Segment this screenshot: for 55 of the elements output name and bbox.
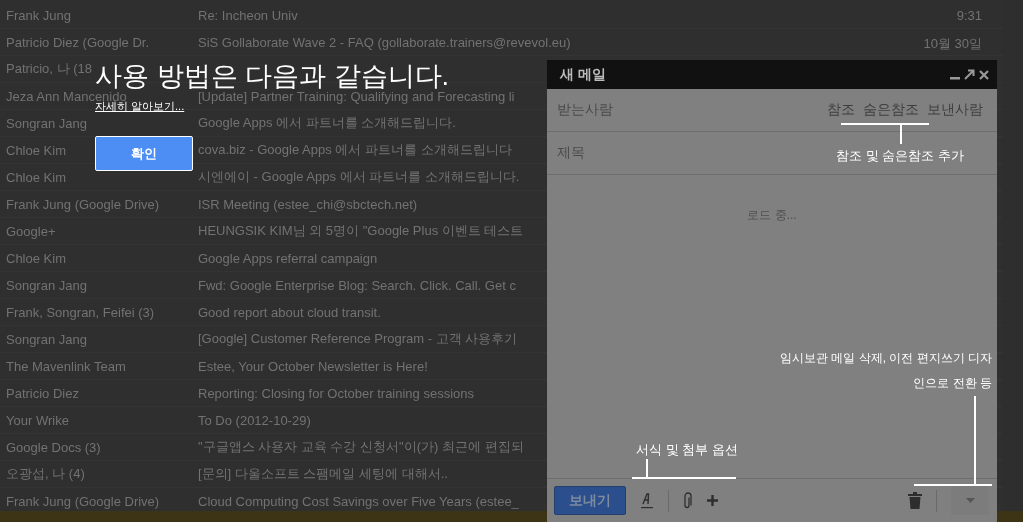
email-subject: Good report about cloud transit. [198, 304, 382, 320]
callout-text: 임시보관 메일 삭제, 이전 편지쓰기 디자인으로 전환 등 [780, 350, 992, 392]
email-sender: Songran Jang [6, 331, 87, 347]
plus-icon[interactable] [707, 495, 718, 506]
formatting-icon[interactable] [640, 492, 654, 509]
pop-out-icon[interactable] [964, 69, 975, 80]
recipient-link[interactable]: 숨은참조 [863, 101, 919, 119]
email-sender: Frank Jung (Google Drive) [6, 196, 160, 212]
email-sender: Chloe Kim [6, 142, 66, 158]
recipient-link[interactable]: 참조 [827, 101, 855, 119]
email-sender: The Mavenlink Team [6, 358, 126, 374]
email-sender: Patricio Diez [6, 385, 79, 401]
email-subject: cova.biz - Google Apps 에서 파트너를 소개해드립니다 [198, 141, 513, 159]
callout-text: 서식 및 첨부 옵션 [636, 441, 738, 459]
email-subject: HEUNGSIK KIM님 외 5명이 "Google Plus 이벤트 테스트 [198, 222, 525, 240]
learn-more-link[interactable]: 자세히 알아보기... [95, 99, 185, 114]
email-subject: 시엔에이 - Google Apps 에서 파트너를 소개해드립니다. [198, 168, 521, 186]
email-sender: Google+ [6, 223, 56, 239]
email-subject: Reporting: Closing for October training sessions [198, 385, 476, 401]
email-subject: To Do (2012-10-29) [198, 412, 312, 428]
email-subject: Cloud Computing Cost Savings over Five Years (estee_ [198, 493, 520, 509]
email-sender: Google Docs (3) [6, 439, 101, 455]
email-subject: Google Apps 에서 파트너를 소개해드립니다. [198, 114, 457, 132]
email-date: 9:31 [956, 8, 982, 23]
email-sender: Patricio Diez (Google Dr. [6, 34, 150, 50]
email-subject: ISR Meeting (estee_chi@sbctech.net) [198, 196, 419, 212]
email-subject: [문의] 다울소프트 스팸메일 세팅에 대해서.. [198, 465, 449, 483]
email-sender: 오광섭, 나 (4) [6, 466, 85, 481]
compose-title: 새 메일 [560, 65, 606, 84]
email-subject: Google Apps referral campaign [198, 250, 379, 266]
email-sender: Chloe Kim [6, 250, 66, 266]
trash-icon[interactable] [908, 492, 922, 509]
email-sender: Frank Jung (Google Drive) [6, 493, 160, 509]
caret-icon [965, 498, 975, 503]
email-sender: Songran Jang [6, 277, 87, 293]
send-button[interactable]: 보내기 [554, 486, 626, 515]
close-icon[interactable] [979, 69, 989, 80]
tutorial-title: 사용 방법은 다음과 같습니다. [95, 60, 449, 92]
email-sender: Your Wrike [6, 412, 69, 428]
email-subject: Re: Incheon Univ [198, 7, 298, 23]
email-sender: Frank, Songran, Feifei (3) [6, 304, 155, 320]
recipient-link[interactable]: 보낸사람 [927, 101, 983, 119]
email-subject: Fwd: Google Enterprise Blog: Search. Click. Call. Get c [198, 277, 517, 293]
email-subject: [Google] Customer Reference Program - 고객 사용후기 [198, 330, 519, 348]
email-subject: SiS Gollaborate Wave 2 - FAQ (gollaborate.trainers@revevol.eu) [198, 34, 571, 50]
email-sender: Songran Jang [6, 115, 87, 131]
email-sender: Chloe Kim [6, 169, 66, 185]
email-sender: Patricio, 나 (18 [6, 61, 92, 76]
email-subject: "구글앱스 사용자 교육 수강 신청서"이(가) 최근에 편집되 [198, 438, 525, 456]
ok-button[interactable]: 확인 [95, 136, 193, 171]
paperclip-icon[interactable] [683, 491, 693, 510]
email-date: 10월 30일 [923, 35, 982, 53]
email-sender: Frank Jung [6, 7, 72, 23]
email-subject: Estee, Your October Newsletter is Here! [198, 358, 429, 374]
callout-text: 참조 및 숨은참조 추가 [836, 147, 964, 165]
